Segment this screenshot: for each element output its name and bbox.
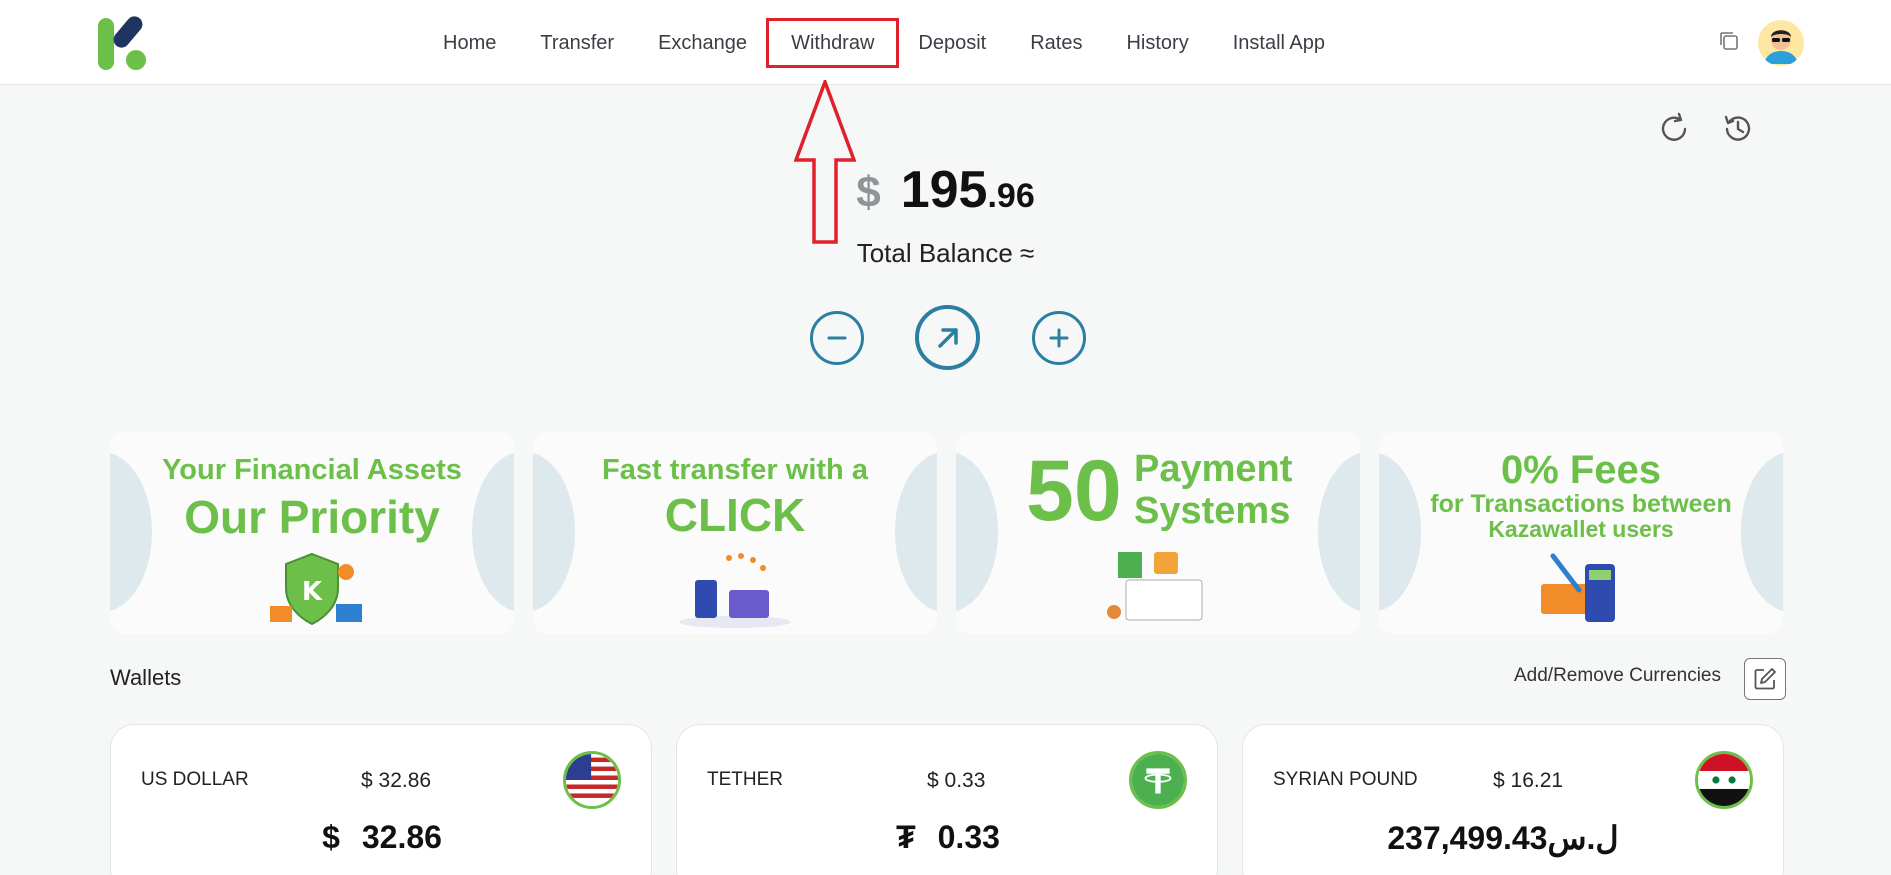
wallet-name: TETHER — [707, 769, 783, 790]
wallets-title: Wallets — [110, 665, 182, 690]
wallet-card-tether[interactable]: TETHER $ 0.33 ₮ 0.33 — [676, 724, 1218, 875]
main-nav: Home Transfer Exchange Withdraw Deposit … — [421, 0, 1347, 85]
banner-line: Fast transfer with a — [602, 454, 868, 486]
us-flag-icon — [563, 751, 621, 809]
wallet-symbol: $ — [322, 819, 340, 855]
top-navbar: Home Transfer Exchange Withdraw Deposit … — [0, 0, 1891, 85]
wallet-name: SYRIAN POUND — [1273, 769, 1418, 790]
withdraw-button[interactable] — [810, 311, 864, 365]
banner-line: for Transactions between — [1430, 490, 1732, 518]
nav-transfer[interactable]: Transfer — [518, 21, 636, 65]
promo-banner-payment[interactable]: 50 Payment Systems — [956, 432, 1360, 634]
payment-wallet-icon — [1107, 552, 1203, 621]
nav-home[interactable]: Home — [421, 21, 518, 65]
kazawallet-logo-icon[interactable] — [96, 16, 152, 72]
wallet-amount: $32.86 — [111, 819, 653, 856]
minus-icon — [827, 336, 847, 340]
wallet-amount-value: 237,499.43 — [1387, 820, 1548, 856]
history-icon[interactable] — [1720, 111, 1756, 147]
banner-line: 0% Fees — [1500, 448, 1662, 492]
wallet-amount-value: 32.86 — [361, 819, 442, 855]
wallet-amount-value: 0.33 — [937, 819, 1000, 855]
wallet-symbol: ₮ — [896, 819, 916, 855]
wallet-amount: ل.س237,499.43 — [1243, 819, 1785, 857]
avatar[interactable] — [1758, 20, 1804, 66]
wallet-usd-value: $ 16.21 — [1493, 769, 1564, 792]
wallet-card-syp[interactable]: SYRIAN POUND $ 16.21 ل.س237,499.43 — [1242, 724, 1784, 875]
banner-decoration — [956, 452, 998, 612]
add-remove-currencies-link[interactable]: Add/Remove Currencies — [1514, 665, 1721, 687]
transfer-button[interactable] — [915, 305, 980, 370]
nav-deposit[interactable]: Deposit — [896, 21, 1008, 65]
plus-icon — [1049, 328, 1069, 348]
nav-install-app[interactable]: Install App — [1211, 21, 1347, 65]
svg-text:K: K — [302, 577, 323, 607]
banner-line: Kazawallet users — [1488, 516, 1674, 542]
wallet-symbol: ل.س — [1547, 820, 1619, 856]
balance-label: Total Balance ≈ — [856, 238, 1035, 268]
wallet-amount: ₮ 0.33 — [677, 819, 1219, 856]
banner-line: Our Priority — [184, 491, 440, 543]
deposit-button[interactable] — [1032, 311, 1086, 365]
nav-rates[interactable]: Rates — [1008, 21, 1104, 65]
nav-exchange[interactable]: Exchange — [636, 21, 769, 65]
banner-line: CLICK — [664, 489, 806, 541]
shield-icon: K — [270, 552, 362, 626]
nav-history[interactable]: History — [1104, 21, 1210, 65]
balance-currency: $ — [856, 168, 881, 217]
wallet-name: US DOLLAR — [141, 769, 249, 790]
banner-number: 50 — [1026, 443, 1122, 539]
phone-transfer-icon — [679, 553, 791, 628]
copy-icon[interactable] — [1718, 30, 1740, 52]
arrow-up-right-icon — [937, 327, 958, 348]
promo-banner-fees[interactable]: 0% Fees for Transactions between Kazawal… — [1379, 432, 1783, 634]
edit-icon — [1754, 668, 1776, 690]
tether-icon — [1129, 751, 1187, 809]
banner-line: Payment — [1134, 448, 1293, 490]
wallet-usd-value: $ 32.86 — [361, 769, 432, 792]
balance-decimal: .96 — [987, 177, 1035, 215]
pos-terminal-icon — [1541, 553, 1615, 622]
promo-banner-assets[interactable]: Your Financial Assets Our Priority K — [110, 432, 514, 634]
banner-line: Your Financial Assets — [162, 454, 462, 486]
syria-flag-icon — [1695, 751, 1753, 809]
promo-banner-transfer[interactable]: Fast transfer with a CLICK — [533, 432, 937, 634]
refresh-icon[interactable] — [1656, 111, 1692, 147]
wallet-usd-value: $ 0.33 — [927, 769, 986, 792]
edit-currencies-button[interactable] — [1744, 658, 1786, 700]
nav-withdraw[interactable]: Withdraw — [766, 17, 900, 68]
wallet-card-usd[interactable]: US DOLLAR $ 32.86 $32.86 — [110, 724, 652, 875]
balance-integer: 195 — [900, 161, 988, 219]
banner-line: Systems — [1134, 490, 1291, 532]
total-balance: $195.96 — [0, 160, 1891, 220]
